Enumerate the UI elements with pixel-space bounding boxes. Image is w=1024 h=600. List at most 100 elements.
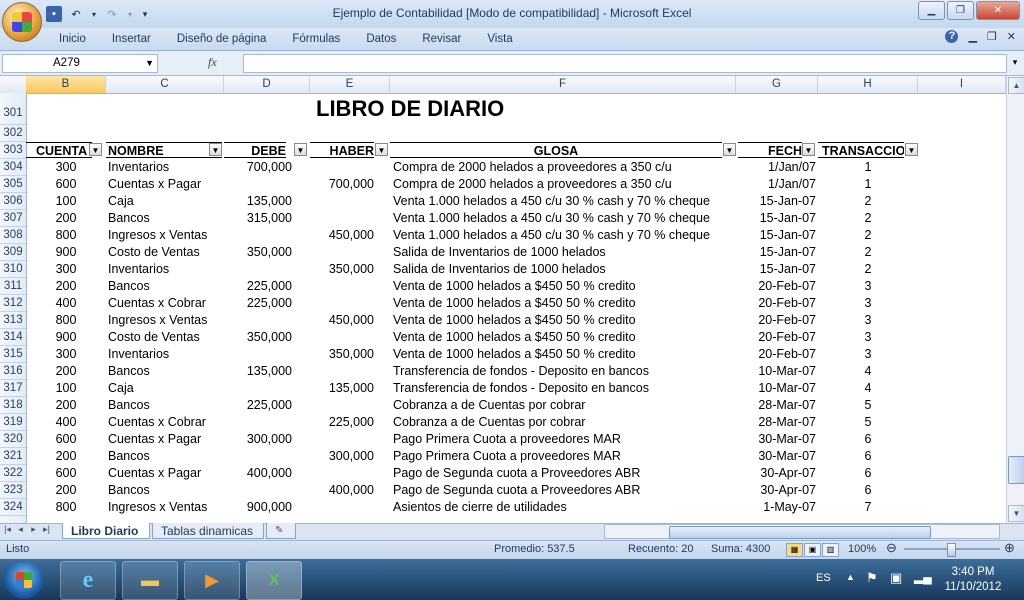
maximize-button[interactable]: ❐ xyxy=(947,1,974,20)
column-header-b[interactable]: B xyxy=(26,76,106,93)
cell-cuenta[interactable]: 300 xyxy=(26,261,106,278)
row-header[interactable]: 302 xyxy=(0,125,26,142)
cell-haber[interactable] xyxy=(310,244,374,261)
scroll-down-icon[interactable]: ▼ xyxy=(1008,505,1024,522)
excel-taskbar-icon[interactable]: X xyxy=(246,561,302,600)
cell-nombre[interactable]: Cuentas x Pagar xyxy=(108,431,228,448)
filter-dropdown-icon[interactable]: ▼ xyxy=(89,143,102,156)
cell-transaccion[interactable]: 2 xyxy=(818,193,918,210)
cell-transaccion[interactable]: 5 xyxy=(818,397,918,414)
cell-cuenta[interactable]: 600 xyxy=(26,176,106,193)
cell-transaccion[interactable]: 6 xyxy=(818,448,918,465)
formula-input[interactable] xyxy=(243,54,1007,73)
row-header[interactable]: 324 xyxy=(0,499,26,516)
header-haber[interactable]: HABER xyxy=(310,142,374,158)
zoom-out-icon[interactable]: ⊖ xyxy=(886,541,897,554)
header-cuenta[interactable]: CUENTA xyxy=(26,142,92,158)
cell-haber[interactable] xyxy=(310,210,374,227)
cell-haber[interactable] xyxy=(310,431,374,448)
cell-transaccion[interactable]: 2 xyxy=(818,261,918,278)
horizontal-scrollbar[interactable] xyxy=(604,524,1000,539)
row-header[interactable]: 307 xyxy=(0,210,26,227)
office-button[interactable] xyxy=(2,2,42,42)
cell-glosa[interactable]: Venta de 1000 helados a $450 50 % credit… xyxy=(393,312,737,329)
cell-debe[interactable]: 400,000 xyxy=(224,465,292,482)
cell-glosa[interactable]: Compra de 2000 helados a proveedores a 3… xyxy=(393,176,737,193)
page-layout-view-icon[interactable]: ▣ xyxy=(804,543,821,557)
cell-glosa[interactable]: Asientos de cierre de utilidades xyxy=(393,499,737,516)
cell-nombre[interactable]: Bancos xyxy=(108,278,228,295)
filter-dropdown-icon[interactable]: ▼ xyxy=(375,143,388,156)
header-debe[interactable]: DEBE xyxy=(224,142,286,158)
tab-diseno-pagina[interactable]: Diseño de página xyxy=(164,32,280,46)
cell-fecha[interactable]: 15-Jan-07 xyxy=(738,193,816,210)
row-header[interactable]: 311 xyxy=(0,278,26,295)
row-header[interactable]: 312 xyxy=(0,295,26,312)
cell-haber[interactable]: 400,000 xyxy=(310,482,374,499)
cell-fecha[interactable]: 30-Mar-07 xyxy=(738,448,816,465)
workbook-close-button[interactable]: ✕ xyxy=(1007,30,1016,43)
cell-cuenta[interactable]: 200 xyxy=(26,482,106,499)
cell-debe[interactable] xyxy=(224,414,292,431)
cell-cuenta[interactable]: 200 xyxy=(26,397,106,414)
cell-haber[interactable]: 350,000 xyxy=(310,261,374,278)
row-header[interactable]: 305 xyxy=(0,176,26,193)
cell-transaccion[interactable]: 4 xyxy=(818,380,918,397)
row-header[interactable]: 310 xyxy=(0,261,26,278)
cell-nombre[interactable]: Costo de Ventas xyxy=(108,329,228,346)
cell-nombre[interactable]: Inventarios xyxy=(108,346,228,363)
cell-nombre[interactable]: Costo de Ventas xyxy=(108,244,228,261)
cell-debe[interactable] xyxy=(224,346,292,363)
cell-fecha[interactable]: 10-Mar-07 xyxy=(738,380,816,397)
filter-dropdown-icon[interactable]: ▼ xyxy=(723,143,736,156)
cell-haber[interactable] xyxy=(310,465,374,482)
cell-cuenta[interactable]: 600 xyxy=(26,465,106,482)
column-header-e[interactable]: E xyxy=(310,76,390,93)
close-button[interactable]: ✕ xyxy=(976,1,1020,20)
cell-transaccion[interactable]: 3 xyxy=(818,278,918,295)
cell-fecha[interactable]: 28-Mar-07 xyxy=(738,397,816,414)
show-hidden-icons-icon[interactable]: ▲ xyxy=(846,572,855,582)
filter-dropdown-icon[interactable]: ▼ xyxy=(294,143,307,156)
cell-nombre[interactable]: Caja xyxy=(108,380,228,397)
cell-debe[interactable] xyxy=(224,380,292,397)
row-header[interactable]: 301 xyxy=(0,93,26,125)
tab-formulas[interactable]: Fórmulas xyxy=(279,32,353,46)
insert-function-icon[interactable]: fx xyxy=(208,55,217,70)
cell-nombre[interactable]: Ingresos x Ventas xyxy=(108,499,228,516)
cell-glosa[interactable]: Transferencia de fondos - Deposito en ba… xyxy=(393,363,737,380)
cell-debe[interactable]: 135,000 xyxy=(224,363,292,380)
cell-haber[interactable] xyxy=(310,193,374,210)
scroll-up-icon[interactable]: ▲ xyxy=(1008,77,1024,94)
name-box-dropdown-icon[interactable]: ▼ xyxy=(95,55,154,72)
cell-transaccion[interactable]: 4 xyxy=(818,363,918,380)
cell-transaccion[interactable]: 1 xyxy=(818,159,918,176)
column-header-d[interactable]: D xyxy=(224,76,310,93)
cell-fecha[interactable]: 30-Apr-07 xyxy=(738,482,816,499)
cell-nombre[interactable]: Inventarios xyxy=(108,261,228,278)
header-fecha[interactable]: FECH xyxy=(738,142,802,158)
cell-glosa[interactable]: Venta de 1000 helados a $450 50 % credit… xyxy=(393,329,737,346)
row-header[interactable]: 314 xyxy=(0,329,26,346)
cell-fecha[interactable]: 15-Jan-07 xyxy=(738,261,816,278)
cell-cuenta[interactable]: 800 xyxy=(26,312,106,329)
cell-cuenta[interactable]: 900 xyxy=(26,329,106,346)
cell-nombre[interactable]: Bancos xyxy=(108,448,228,465)
row-header[interactable]: 317 xyxy=(0,380,26,397)
row-header[interactable]: 321 xyxy=(0,448,26,465)
zoom-level[interactable]: 100% xyxy=(848,543,876,556)
cell-debe[interactable]: 225,000 xyxy=(224,278,292,295)
cell-fecha[interactable]: 1/Jan/07 xyxy=(738,176,816,193)
cell-debe[interactable] xyxy=(224,482,292,499)
cell-cuenta[interactable]: 200 xyxy=(26,278,106,295)
sheet-title[interactable]: LIBRO DE DIARIO xyxy=(316,93,576,125)
tab-vista[interactable]: Vista xyxy=(474,32,525,46)
cell-cuenta[interactable]: 900 xyxy=(26,244,106,261)
row-header[interactable]: 308 xyxy=(0,227,26,244)
cell-debe[interactable] xyxy=(224,448,292,465)
tab-inicio[interactable]: Inicio xyxy=(46,32,99,46)
header-glosa[interactable]: GLOSA xyxy=(390,142,722,158)
cell-glosa[interactable]: Venta 1.000 helados a 450 c/u 30 % cash … xyxy=(393,210,737,227)
next-sheet-icon[interactable]: ▸ xyxy=(28,524,39,535)
cell-fecha[interactable]: 15-Jan-07 xyxy=(738,244,816,261)
